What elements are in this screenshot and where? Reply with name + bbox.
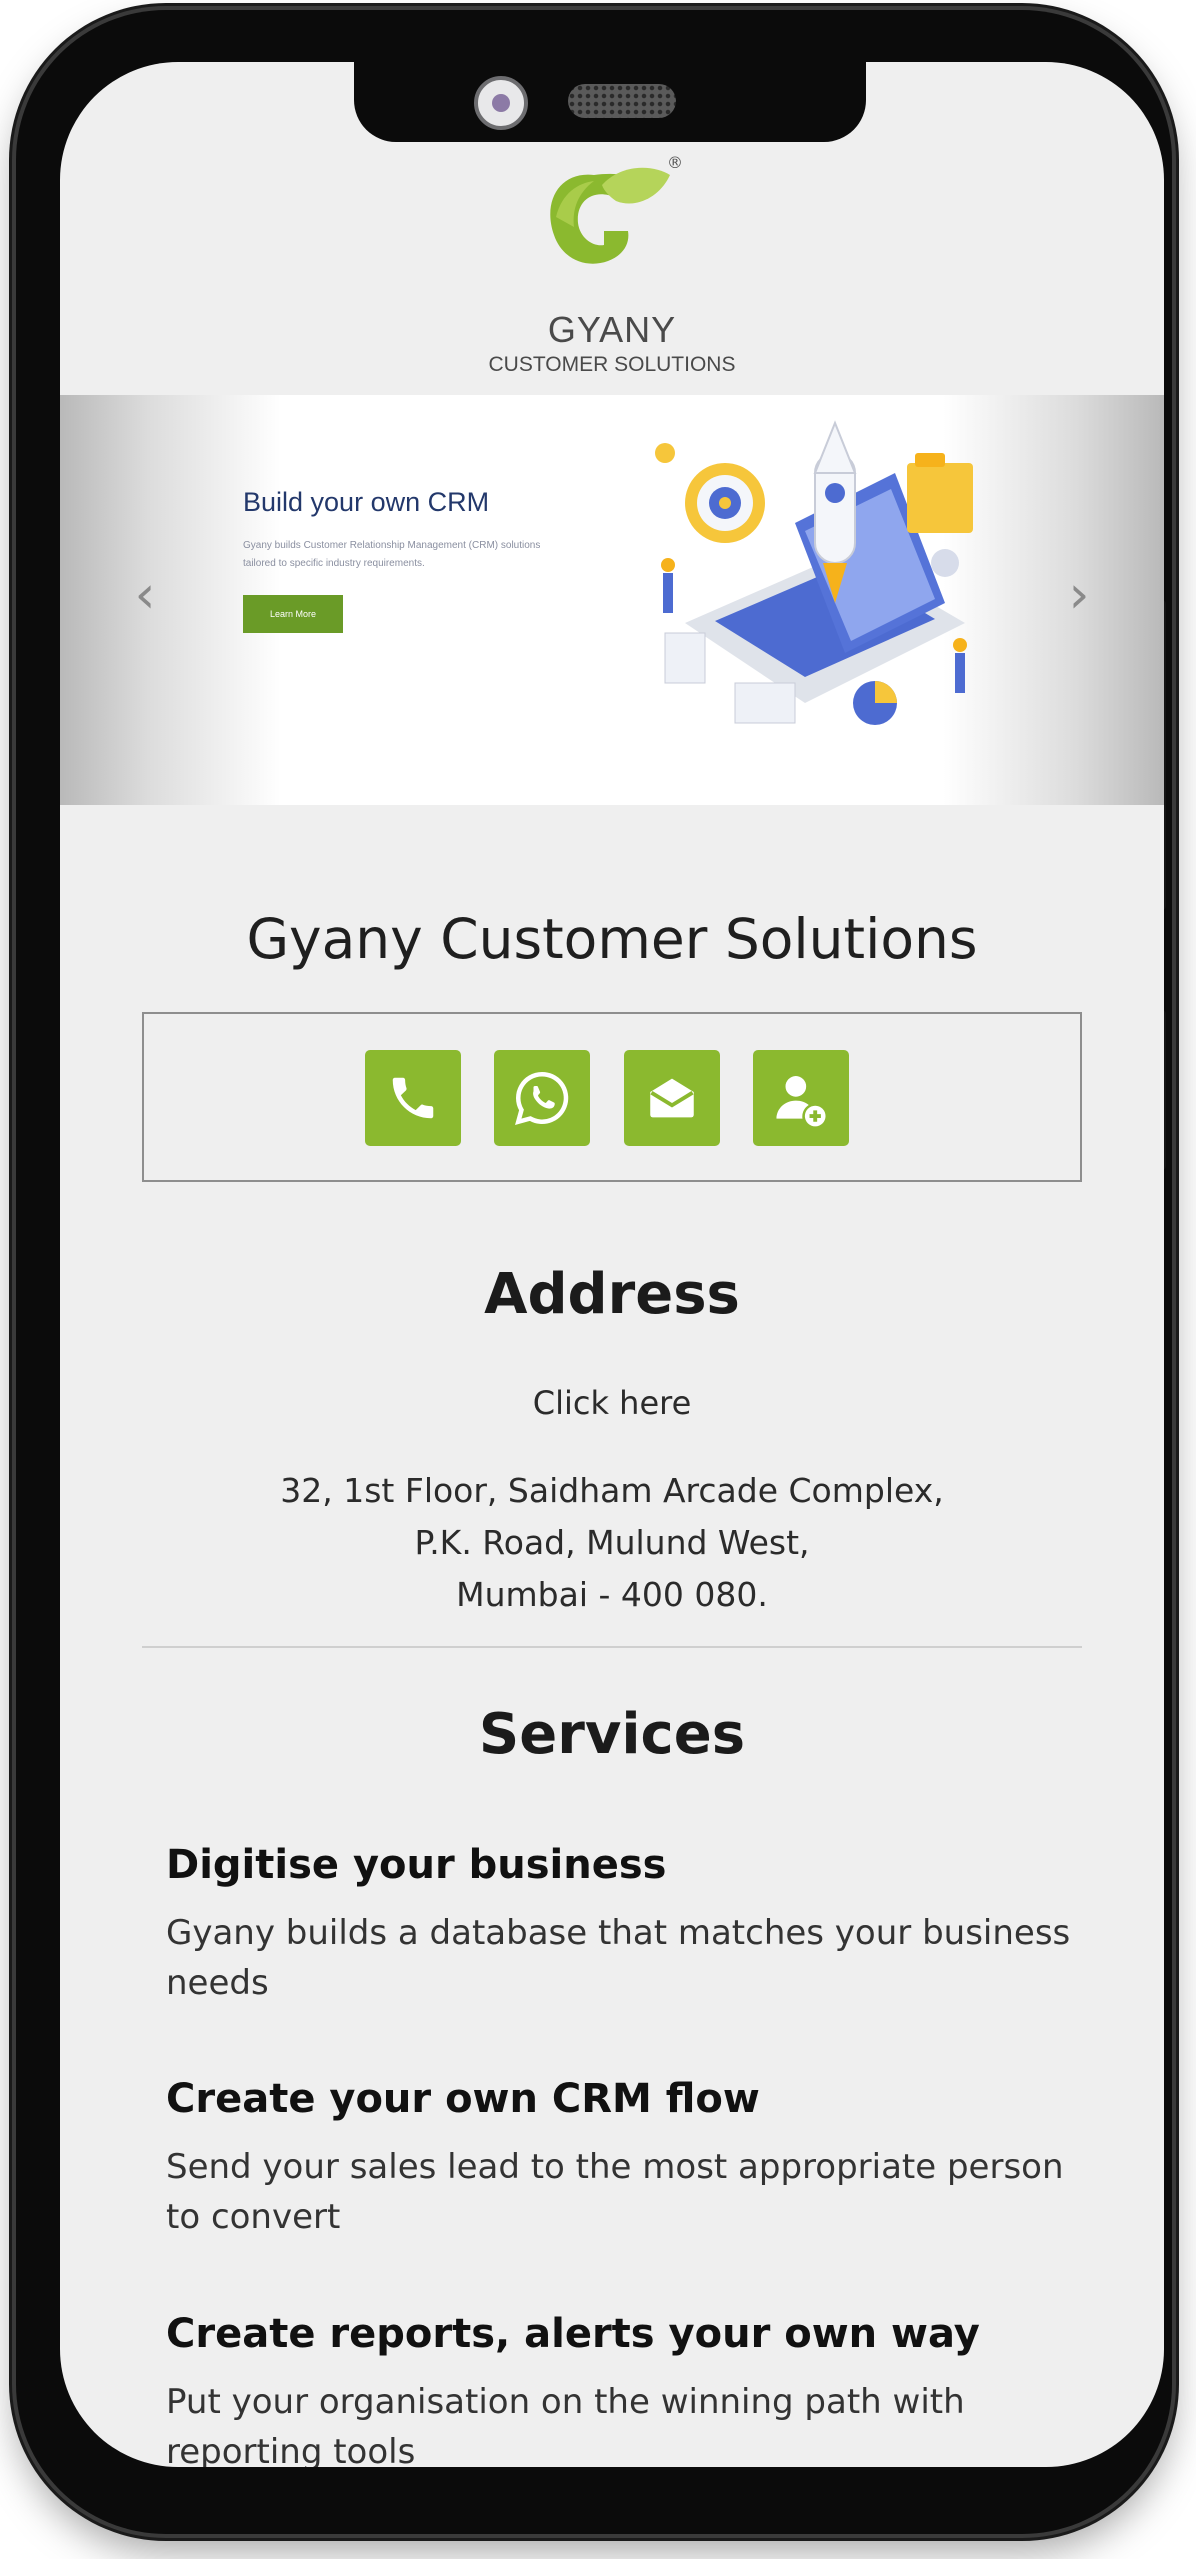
service-item: Digitise your business Gyany builds a da…: [166, 1842, 1086, 2008]
address-map-link[interactable]: Click here: [60, 1384, 1164, 1422]
service-heading: Create reports, alerts your own way: [166, 2311, 980, 2357]
chevron-left-icon: ‹: [134, 565, 156, 625]
brand-logo[interactable]: ® GYANY CUSTOMER SOLUTIONS: [60, 153, 1164, 377]
brand-subtitle: CUSTOMER SOLUTIONS: [488, 353, 736, 376]
call-button[interactable]: [365, 1050, 461, 1146]
crm-illustration-icon: [655, 420, 973, 725]
service-item: Create your own CRM flow Send your sales…: [166, 2076, 1086, 2242]
email-icon: [650, 1078, 694, 1118]
registered-mark: ®: [667, 153, 683, 172]
address-heading: Address: [484, 1262, 740, 1327]
contact-actions: [142, 1012, 1082, 1182]
chevron-right-icon: ›: [1068, 565, 1090, 625]
brand-name: GYANY: [547, 309, 677, 350]
whatsapp-button[interactable]: [494, 1050, 590, 1146]
carousel-prev-button[interactable]: ‹: [120, 565, 170, 625]
service-item: Create reports, alerts your own way Put …: [166, 2311, 1086, 2467]
service-heading: Create your own CRM flow: [166, 2076, 760, 2122]
carousel-next-button[interactable]: ›: [1054, 565, 1104, 625]
banner-title: Build your own CRM: [243, 487, 490, 517]
service-heading: Digitise your business: [166, 1842, 667, 1888]
address-line-1: 32, 1st Floor, Saidham Arcade Complex,: [280, 1471, 944, 1510]
banner-description: Gyany builds Customer Relationship Manag…: [243, 540, 541, 569]
phone-frame: ® GYANY CUSTOMER SOLUTIONS ‹ Build your …: [16, 10, 1172, 2534]
email-button[interactable]: [624, 1050, 720, 1146]
add-contact-button[interactable]: [753, 1050, 849, 1146]
front-camera: [474, 76, 528, 130]
hero-carousel[interactable]: ‹ Build your own CRM Gyany builds Custom…: [60, 395, 1164, 805]
address-line-3: Mumbai - 400 080.: [456, 1575, 768, 1614]
phone-icon: [392, 1077, 434, 1119]
whatsapp-icon: [515, 1071, 569, 1125]
add-contact-icon: [776, 1076, 826, 1127]
company-name: Gyany Customer Solutions: [246, 907, 978, 971]
notch: [354, 62, 866, 142]
address-text: 32, 1st Floor, Saidham Arcade Complex, P…: [60, 1465, 1164, 1621]
gyany-g-logo-icon: [550, 167, 670, 264]
service-description: Put your organisation on the winning pat…: [166, 2382, 965, 2467]
earpiece-speaker: [568, 84, 676, 118]
address-line-2: P.K. Road, Mulund West,: [414, 1523, 810, 1562]
services-heading: Services: [478, 1702, 746, 1767]
section-divider: [142, 1646, 1082, 1648]
phone-screen: ® GYANY CUSTOMER SOLUTIONS ‹ Build your …: [60, 62, 1164, 2467]
learn-more-button[interactable]: Learn More: [243, 595, 343, 633]
service-description: Send your sales lead to the most appropr…: [166, 2147, 1064, 2237]
service-description: Gyany builds a database that matches you…: [166, 1913, 1071, 2003]
